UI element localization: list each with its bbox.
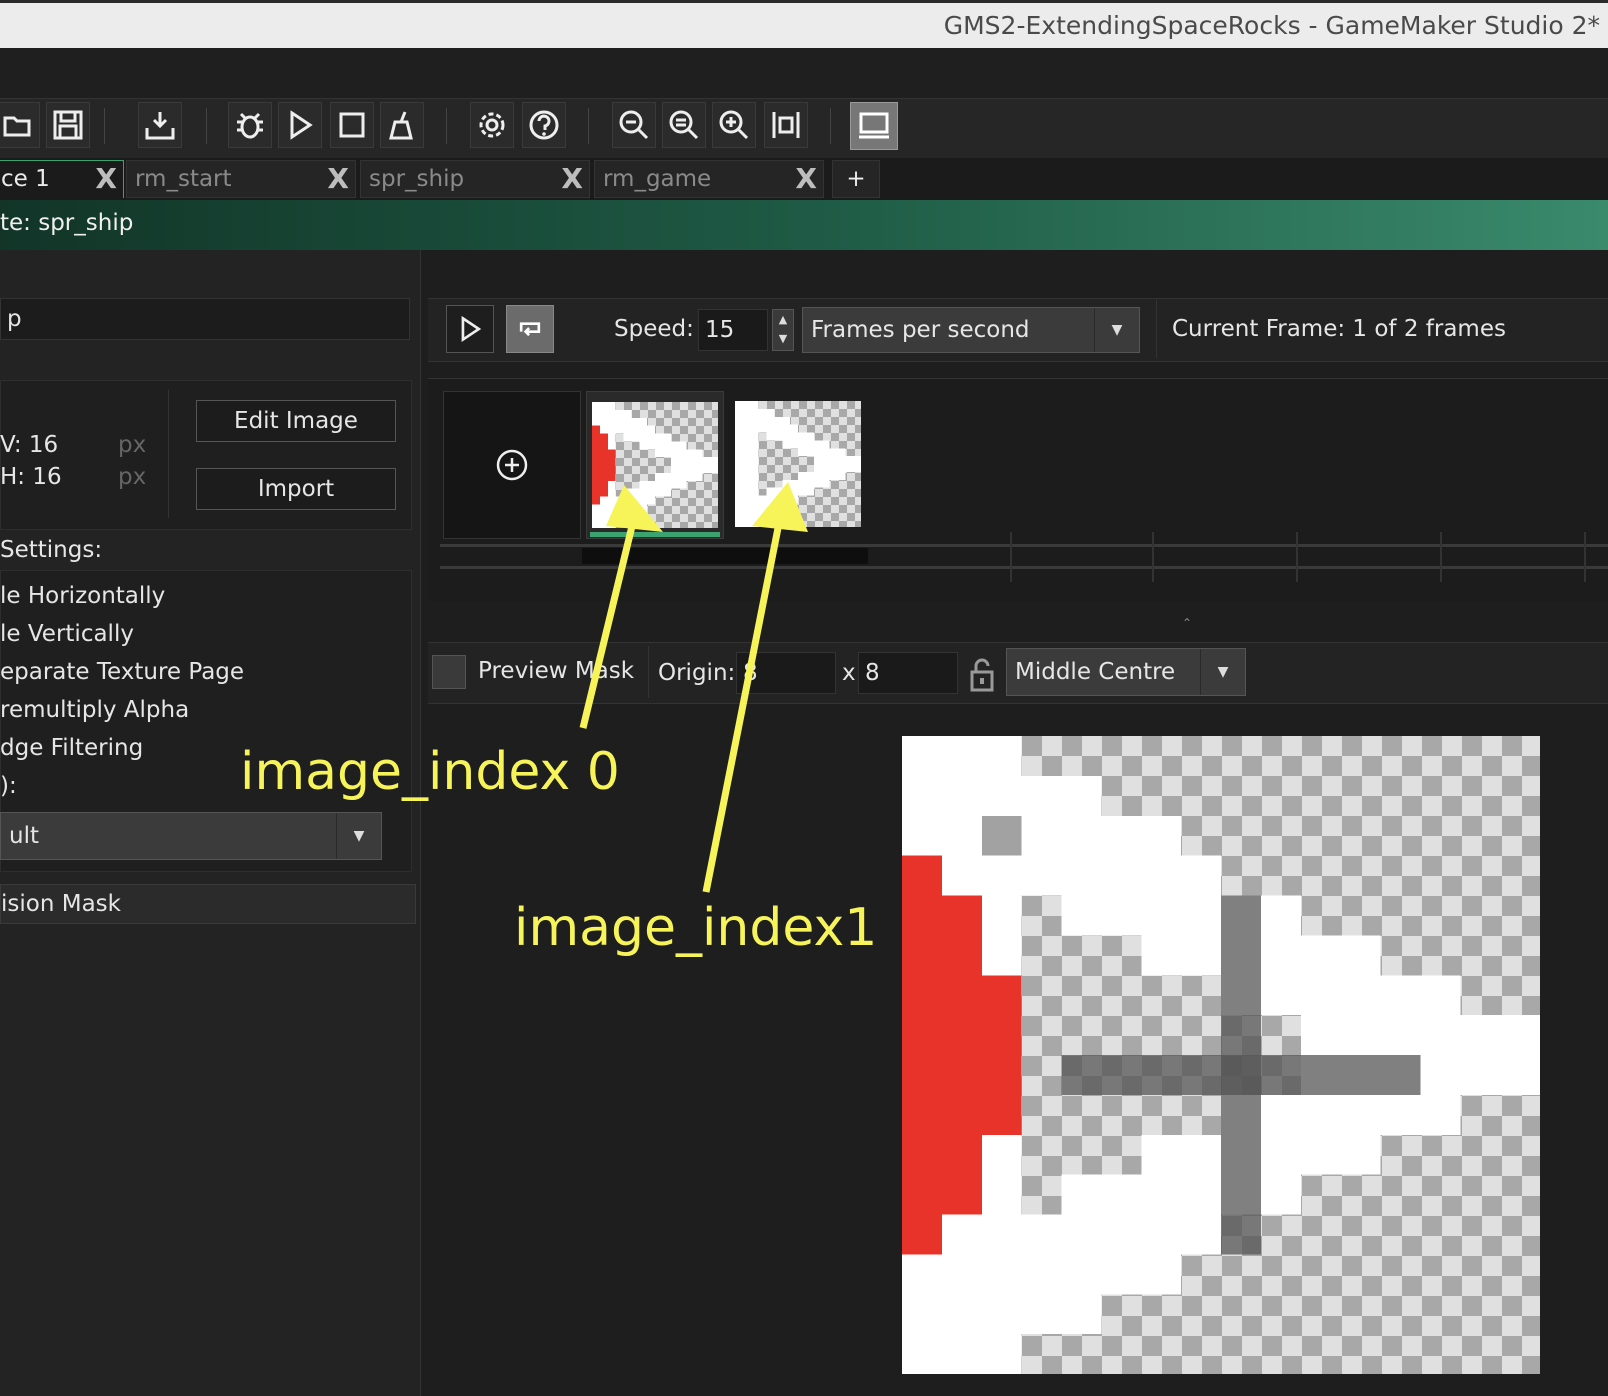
tab-rm-start[interactable]: rm_start X	[126, 160, 356, 198]
collapse-handle-icon[interactable]: ⌃	[1182, 616, 1192, 630]
tab-label: spr_ship	[369, 166, 465, 192]
origin-label: Origin:	[658, 660, 736, 686]
export-icon[interactable]	[138, 102, 182, 148]
edit-image-button[interactable]: Edit Image	[196, 400, 396, 442]
preview-mask-checkbox[interactable]	[432, 655, 466, 689]
option-premultiply-alpha[interactable]: remultiply Alpha	[0, 697, 189, 723]
preview-mask-label: Preview Mask	[478, 658, 635, 684]
tab-label: rm_start	[135, 166, 232, 192]
save-icon[interactable]	[46, 102, 90, 148]
fit-icon[interactable]	[764, 102, 808, 148]
plus-circle-icon	[496, 449, 528, 481]
height-label: H: 16	[0, 464, 62, 490]
zoom-in-icon[interactable]	[712, 102, 756, 148]
annotation-image-index-0: image_index 0	[240, 742, 620, 802]
speed-unit-value: Frames per second	[811, 317, 1030, 343]
frame-0-thumbnail	[592, 402, 718, 528]
texture-group-value: ult	[9, 823, 39, 849]
speed-label: Speed:	[614, 316, 694, 342]
close-icon[interactable]: X	[95, 161, 117, 197]
chevron-down-icon: ▼	[1200, 649, 1245, 695]
origin-y-input[interactable]: 8	[858, 652, 958, 694]
timeline-scrollbar[interactable]	[440, 566, 1608, 569]
title-bar: GMS2-ExtendingSpaceRocks - GameMaker Stu…	[0, 0, 1608, 48]
open-icon[interactable]	[0, 102, 40, 148]
chevron-down-icon: ▼	[1094, 308, 1139, 352]
zoom-reset-icon[interactable]	[662, 102, 706, 148]
tab-rm-game[interactable]: rm_game X	[594, 160, 824, 198]
help-icon[interactable]	[522, 102, 566, 148]
add-frame-button[interactable]	[443, 391, 581, 539]
debug-icon[interactable]	[228, 102, 272, 148]
speed-unit-dropdown[interactable]: Frames per second ▼	[802, 307, 1140, 353]
speed-stepper[interactable]: ▲ ▼	[772, 309, 794, 351]
origin-x-separator: x	[842, 660, 856, 686]
annotation-image-index-1: image_index1	[514, 898, 878, 958]
tab-label: ce 1	[1, 166, 50, 192]
frame-0[interactable]	[586, 391, 724, 539]
frame-1-thumbnail	[735, 401, 861, 527]
texture-settings-label: Settings:	[0, 537, 103, 563]
monitor-icon[interactable]	[850, 102, 898, 150]
close-icon[interactable]: X	[327, 161, 349, 197]
tab-workspace[interactable]: ce 1 X	[0, 160, 124, 198]
close-icon[interactable]: X	[561, 161, 583, 197]
play-animation-button[interactable]	[446, 305, 494, 353]
close-icon[interactable]: X	[795, 161, 817, 197]
texture-group-label: ):	[0, 773, 17, 799]
origin-preset-dropdown[interactable]: Middle Centre ▼	[1006, 648, 1246, 696]
zoom-out-icon[interactable]	[612, 102, 656, 148]
import-button[interactable]: Import	[196, 468, 396, 510]
timeline-track	[440, 544, 1608, 547]
texture-group-dropdown[interactable]: ult ▼	[0, 812, 382, 860]
height-unit: px	[118, 464, 147, 490]
current-frame-label: Current Frame: 1 of 2 frames	[1172, 316, 1506, 342]
lock-icon[interactable]	[968, 654, 996, 694]
sprite-name-field[interactable]: p	[0, 298, 410, 340]
collision-mask-section[interactable]: ision Mask	[0, 884, 416, 924]
option-edge-filtering[interactable]: dge Filtering	[0, 735, 143, 761]
new-tab-button[interactable]: +	[832, 160, 880, 198]
width-label: V: 16	[0, 432, 59, 458]
tab-label: rm_game	[603, 166, 712, 192]
editor-title: te: spr_ship	[0, 210, 134, 236]
stop-icon[interactable]	[330, 102, 374, 148]
origin-x-input[interactable]: 8	[736, 652, 836, 694]
option-separate-texture-page[interactable]: eparate Texture Page	[0, 659, 244, 685]
menu-strip	[0, 48, 1608, 98]
settings-icon[interactable]	[470, 102, 514, 148]
window-title: GMS2-ExtendingSpaceRocks - GameMaker Stu…	[943, 11, 1600, 40]
selected-frame-indicator	[590, 532, 720, 537]
option-tile-vertically[interactable]: le Vertically	[0, 621, 134, 647]
option-tile-horizontally[interactable]: le Horizontally	[0, 583, 165, 609]
timeline-selection	[582, 548, 868, 564]
clean-icon[interactable]	[380, 102, 424, 148]
origin-preset-value: Middle Centre	[1015, 659, 1176, 685]
speed-input[interactable]: 15	[698, 309, 768, 351]
frame-1[interactable]	[730, 391, 868, 539]
sprite-preview[interactable]	[902, 736, 1540, 1374]
loop-animation-button[interactable]	[506, 305, 554, 353]
tab-spr-ship[interactable]: spr_ship X	[360, 160, 590, 198]
editor-header: te: spr_ship	[0, 200, 1608, 250]
run-icon[interactable]	[278, 102, 322, 148]
chevron-down-icon: ▼	[336, 813, 381, 859]
width-unit: px	[118, 432, 147, 458]
